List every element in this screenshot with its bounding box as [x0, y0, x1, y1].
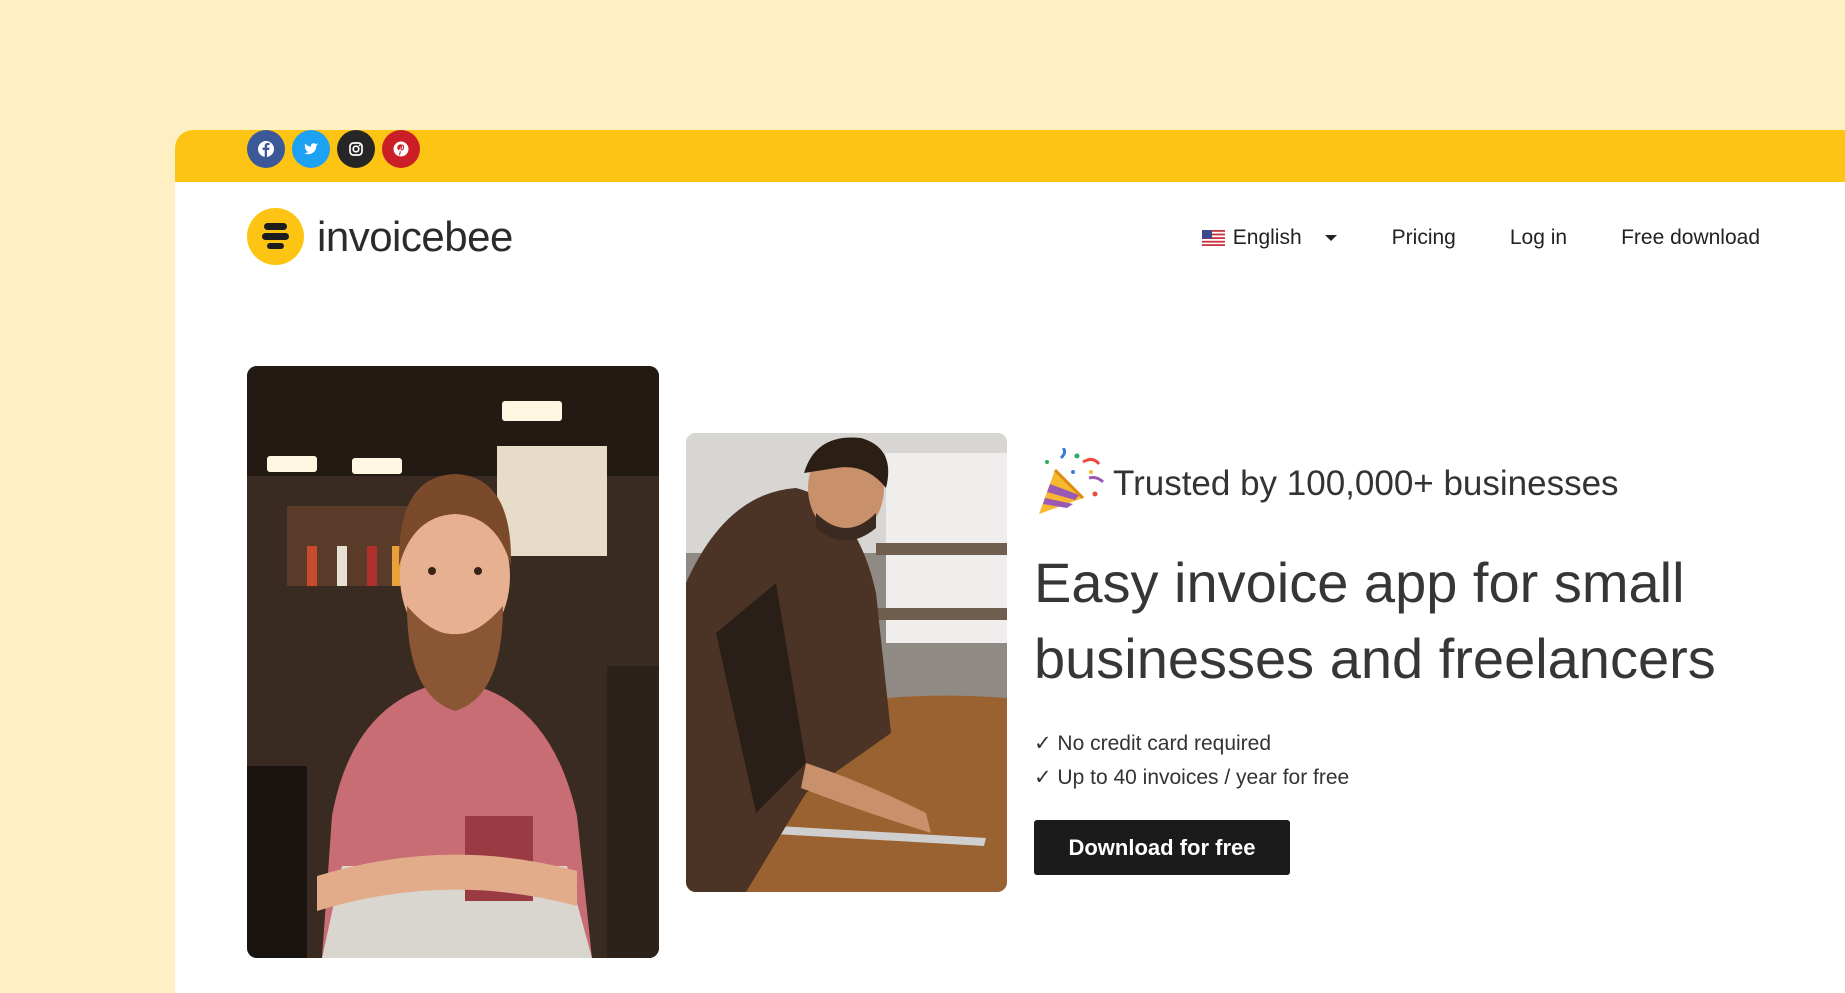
language-selector[interactable]: English: [1201, 226, 1338, 250]
social-links: [247, 130, 420, 168]
instagram-link[interactable]: [337, 130, 375, 168]
trusted-text: Trusted by 100,000+ businesses: [1113, 464, 1619, 503]
party-popper-icon: [1039, 448, 1105, 514]
logo-text: invoicebee: [317, 212, 513, 260]
hero-headline: Easy invoice app for small businesses an…: [1034, 551, 1716, 690]
chevron-down-icon: [1324, 235, 1337, 241]
check-invoice-limit: ✓ Up to 40 invoices / year for free: [1034, 766, 1350, 789]
bee-logo-icon: [247, 208, 304, 265]
shop-owner-photo: [247, 366, 659, 958]
pinterest-link[interactable]: [382, 130, 420, 168]
social-topbar: [175, 130, 1845, 182]
feature-checklist: ✓ No credit card required ✓ Up to 40 inv…: [1034, 727, 1349, 795]
nav-login[interactable]: Log in: [1510, 226, 1567, 250]
browser-window: invoicebee English Pricing Log in Free d…: [175, 130, 1845, 993]
check-no-credit-card: ✓ No credit card required: [1034, 732, 1272, 755]
facebook-link[interactable]: [247, 130, 285, 168]
nav-free-download[interactable]: Free download: [1621, 226, 1760, 250]
twitter-icon: [304, 143, 318, 155]
us-flag-icon: [1201, 230, 1225, 246]
trusted-badge: Trusted by 100,000+ businesses: [1033, 448, 1619, 520]
facebook-icon: [258, 141, 274, 157]
logo[interactable]: invoicebee: [247, 208, 513, 265]
main-nav: English Pricing Log in Free download: [1201, 226, 1760, 250]
instagram-icon: [349, 142, 363, 156]
craftsman-photo: [686, 433, 1007, 892]
language-label: English: [1232, 226, 1302, 249]
nav-pricing[interactable]: Pricing: [1392, 226, 1456, 250]
pinterest-icon: [393, 141, 409, 157]
twitter-link[interactable]: [292, 130, 330, 168]
download-for-free-button[interactable]: Download for free: [1034, 820, 1290, 875]
